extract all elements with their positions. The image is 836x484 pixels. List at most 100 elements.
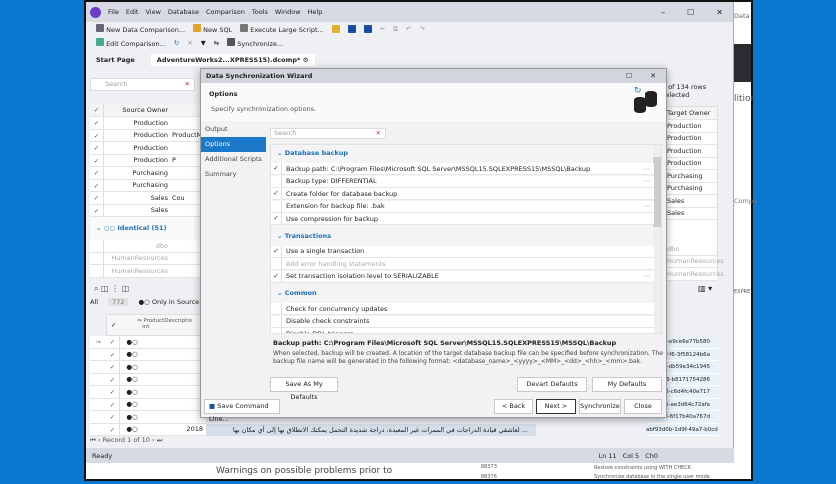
table-row[interactable]: ✓ ●○ (90, 348, 206, 361)
scrollbar[interactable] (653, 145, 661, 333)
more-icon[interactable]: ⋯ (644, 177, 651, 185)
filter-icon[interactable]: ▼ (201, 39, 206, 47)
menu-comparison[interactable]: Comparison (206, 8, 245, 16)
option-checkbox[interactable] (271, 303, 282, 314)
option-checkbox[interactable]: ✓ (271, 188, 282, 199)
save-icon[interactable] (347, 25, 356, 33)
row-checkbox[interactable]: ✓ (90, 142, 104, 154)
row-checkbox[interactable]: ✓ (106, 423, 120, 435)
clear-icon[interactable]: ✕ (376, 129, 381, 138)
wizard-nav-options[interactable]: Options (201, 137, 266, 152)
execute-script-button[interactable]: Execute Large Script... (240, 24, 324, 34)
tab-start-page[interactable]: Start Page (90, 54, 141, 66)
table-row[interactable]: ✓ ●○ (90, 411, 206, 424)
option-item[interactable]: Backup type: DIFFERENTIAL ⋯ (271, 175, 654, 188)
group-identical[interactable]: ⌄ ○○ Identical (51) (96, 224, 167, 232)
table-row[interactable]: ✓ ●○ (90, 361, 206, 374)
tab-only-in-source[interactable]: ●○ Only in Source (138, 298, 199, 306)
menu-edit[interactable]: Edit (126, 8, 139, 16)
new-comparison-button[interactable]: New Data Comparison... (96, 24, 185, 34)
row-checkbox[interactable]: ✓ (106, 398, 120, 410)
row-checkbox[interactable]: ✓ (90, 154, 104, 166)
row-checkbox[interactable]: ✓ (90, 167, 104, 179)
close-button[interactable]: ✕ (650, 72, 656, 80)
save-as-my-defaults-button[interactable]: Save As My Defaults (270, 377, 338, 401)
clear-icon[interactable]: ✕ (185, 79, 190, 90)
devart-defaults-button[interactable]: Devart Defaults (517, 377, 587, 392)
option-checkbox[interactable]: ✓ (271, 245, 282, 257)
next-button[interactable]: Next > (536, 399, 576, 414)
option-item[interactable]: ✓ Create folder for database backup (271, 188, 654, 200)
menu-database[interactable]: Database (168, 8, 199, 16)
save-all-icon[interactable] (363, 25, 372, 33)
wizard-nav-additional-scripts[interactable]: Additional Scripts (201, 152, 266, 167)
maximize-button[interactable]: ☐ (687, 8, 694, 17)
maximize-button[interactable]: ☐ (626, 72, 632, 80)
undo-icon[interactable]: ↶ (406, 25, 411, 33)
refresh-icon[interactable]: ↻ (174, 39, 179, 47)
row-checkbox[interactable]: ✓ (90, 179, 104, 191)
target-owner-cell[interactable]: Purchasing (665, 170, 717, 183)
section-header[interactable]: ⌄ Transactions (277, 232, 331, 240)
my-defaults-button[interactable]: My Defaults (592, 377, 662, 392)
wizard-nav-summary[interactable]: Summary (201, 167, 266, 182)
row-checkbox[interactable] (90, 240, 104, 252)
target-owner-cell[interactable]: Sales (665, 207, 717, 220)
row-checkbox[interactable]: ✓ (90, 204, 104, 216)
target-owner-cell[interactable]: HumanResources (665, 255, 724, 268)
option-item[interactable]: ✓ Set transaction isolation level to SERI… (271, 270, 654, 283)
sort-icon[interactable]: ⇆ (214, 39, 219, 47)
cut-icon[interactable]: ✂ (380, 25, 385, 33)
row-checkbox[interactable]: ✓ (106, 386, 120, 398)
redo-icon[interactable]: ↷ (419, 25, 424, 33)
synchronize-button[interactable]: Synchronize (579, 399, 621, 414)
col-product-description[interactable]: ⇒ ProductDescriptio int (137, 318, 192, 330)
table-row[interactable]: ✓ ●○ 2018 (90, 423, 206, 436)
target-owner-cell[interactable]: Production (665, 132, 717, 145)
option-item[interactable]: ✓ Backup path: C:\Program Files\Microsoft… (271, 163, 654, 175)
option-item[interactable]: ✓ Use a single transaction (271, 245, 654, 258)
target-owner-cell[interactable]: Sales (665, 195, 717, 208)
cancel-icon[interactable]: ✕ (187, 39, 192, 47)
synchronize-button[interactable]: Synchronize... (227, 38, 283, 48)
option-checkbox[interactable] (271, 175, 282, 187)
more-icon[interactable]: ⋯ (644, 165, 651, 173)
table-row[interactable]: ✓ ●○ (90, 373, 206, 386)
section-header[interactable]: ⌄ Common (277, 289, 317, 297)
table-row[interactable]: → ✓ ●○ (90, 336, 206, 349)
section-header[interactable]: ⌄ Database backup (277, 149, 348, 157)
row-checkbox[interactable]: ✓ (90, 192, 104, 204)
close-dialog-button[interactable]: Close (624, 399, 662, 414)
target-owner-cell[interactable]: Production (665, 145, 717, 158)
select-all-checkbox[interactable]: ✓ (90, 104, 104, 116)
target-owner-cell[interactable]: Purchasing (665, 182, 717, 195)
record-navigator[interactable]: ⏮ ‹ Record 1 of 10 › ⏭ (90, 436, 163, 445)
option-checkbox[interactable]: ✓ (271, 270, 282, 282)
minimize-button[interactable]: – (661, 8, 665, 17)
close-button[interactable]: ✕ (716, 8, 723, 17)
table-row[interactable]: ✓ ●○ (90, 398, 206, 411)
row-checkbox[interactable]: ✓ (106, 411, 120, 423)
row-checkbox[interactable] (90, 265, 104, 277)
options-search-input[interactable]: Search ✕ (270, 128, 386, 139)
option-item[interactable]: ✓ Use compression for backup (271, 213, 654, 225)
tab-all[interactable]: All (90, 298, 98, 306)
menu-tools[interactable]: Tools (252, 8, 268, 16)
option-item[interactable]: Add error handling statements (271, 258, 654, 270)
row-checkbox[interactable]: ✓ (90, 117, 104, 129)
edit-comparison-button[interactable]: Edit Comparison... (96, 38, 166, 48)
back-button[interactable]: < Back (494, 399, 533, 414)
option-checkbox[interactable] (271, 200, 282, 212)
table-row[interactable]: ✓ ●○ (90, 386, 206, 399)
wizard-nav-output[interactable]: Output (201, 122, 266, 137)
row-checkbox[interactable]: ✓ (106, 336, 120, 348)
row-checkbox[interactable]: ✓ (106, 361, 120, 373)
row-checkbox[interactable]: ✓ (106, 373, 120, 385)
open-icon[interactable] (331, 25, 340, 33)
option-item[interactable]: Check for concurrency updates (271, 303, 654, 315)
option-checkbox[interactable]: ✓ (271, 163, 282, 174)
new-sql-button[interactable]: New SQL (193, 24, 232, 34)
left-search-input[interactable]: Search ✕ (90, 78, 195, 91)
column-chooser-icon[interactable]: ▥ ▾ (698, 284, 712, 293)
target-owner-cell[interactable]: Production (665, 120, 717, 133)
